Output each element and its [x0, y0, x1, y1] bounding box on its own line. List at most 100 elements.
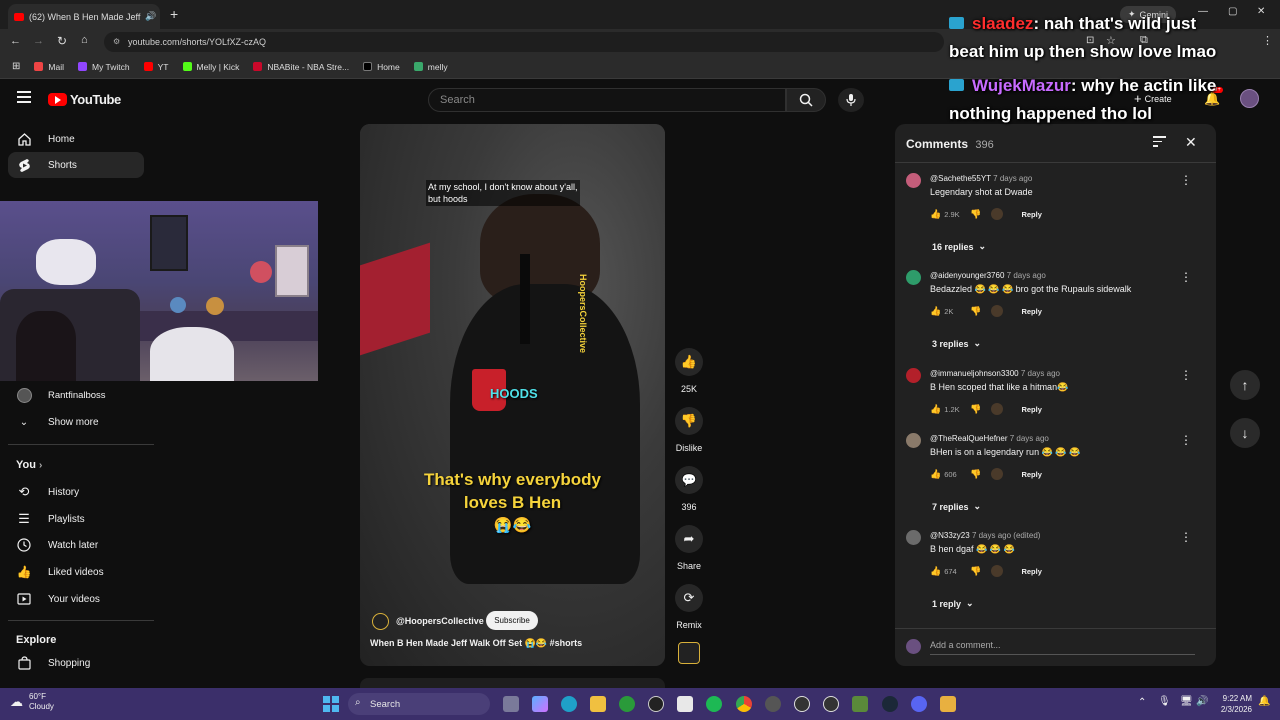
bookmark-my-twitch[interactable]: My Twitch: [77, 62, 130, 72]
sidebar-item-history[interactable]: ⟲ History: [8, 479, 144, 505]
reply-button[interactable]: Reply: [1021, 567, 1041, 576]
commenter-avatar[interactable]: [906, 433, 921, 448]
view-replies-button[interactable]: 3 replies ⌄: [932, 338, 981, 349]
bookmark-melly-kick[interactable]: Melly | Kick: [182, 62, 239, 72]
volume-icon[interactable]: 🔊: [1196, 696, 1208, 707]
sort-icon[interactable]: [1153, 136, 1166, 147]
commenter-avatar[interactable]: [906, 173, 921, 188]
reply-button[interactable]: Reply: [1021, 210, 1041, 219]
thumbs-up-icon[interactable]: 👍: [930, 306, 941, 317]
chrome-icon[interactable]: [736, 696, 752, 712]
sidebar-item-shopping[interactable]: Shopping: [8, 650, 144, 676]
channel-avatar[interactable]: [17, 388, 32, 403]
browser-tab[interactable]: (62) When B Hen Made Jeff 🔊 ✕: [8, 4, 160, 29]
channel-handle[interactable]: @HoopersCollective: [396, 616, 484, 626]
audio-icon[interactable]: 🔊: [145, 11, 156, 22]
taskbar-search[interactable]: ⌕ Search: [348, 693, 490, 715]
task-view-icon[interactable]: [503, 696, 519, 712]
back-arrow-icon[interactable]: ←: [10, 35, 21, 47]
thumbs-down-icon[interactable]: 👎: [970, 306, 981, 317]
show-more-button[interactable]: ⌄ Show more: [8, 409, 144, 435]
thumbs-down-icon[interactable]: 👎: [970, 404, 981, 415]
comment-menu-icon[interactable]: ⋮: [1180, 270, 1192, 284]
previous-short-button[interactable]: ↑: [1230, 370, 1260, 400]
store-icon[interactable]: [677, 696, 693, 712]
you-section-title[interactable]: You ›: [16, 459, 42, 471]
share-button[interactable]: ➦ Share: [675, 525, 703, 571]
app-icon[interactable]: [823, 696, 839, 712]
apps-grid-icon[interactable]: ⊞: [12, 61, 20, 72]
close-icon[interactable]: ✕: [1185, 134, 1197, 151]
next-short-button[interactable]: ↓: [1230, 418, 1260, 448]
video-title[interactable]: When B Hen Made Jeff Walk Off Set 😭😂 #sh…: [370, 638, 582, 649]
new-tab-button[interactable]: +: [170, 6, 178, 22]
comment-author[interactable]: @N33zy23: [930, 531, 970, 540]
site-info-icon[interactable]: ⚙: [113, 37, 120, 46]
voice-search-button[interactable]: [838, 88, 864, 112]
subscribe-button[interactable]: Subscribe: [486, 611, 538, 630]
xbox-icon[interactable]: [619, 696, 635, 712]
thumbs-up-icon[interactable]: 👍: [930, 469, 941, 480]
comment-author[interactable]: @immanueljohnson3300: [930, 369, 1019, 378]
search-button[interactable]: [786, 88, 826, 112]
hamburger-menu-icon[interactable]: [17, 91, 31, 103]
youtube-logo[interactable]: YouTube: [48, 92, 121, 107]
comment-author[interactable]: @TheRealQueHefner: [930, 434, 1008, 443]
view-replies-button[interactable]: 1 reply ⌄: [932, 598, 974, 609]
edge-icon[interactable]: [561, 696, 577, 712]
obs-icon[interactable]: [852, 696, 868, 712]
comment-menu-icon[interactable]: ⋮: [1180, 433, 1192, 447]
comment-author[interactable]: @aidenyounger3760: [930, 271, 1004, 280]
sidebar-item-playlists[interactable]: ☰ Playlists: [8, 506, 144, 532]
search-input[interactable]: Search: [428, 88, 786, 112]
close-window-button[interactable]: ✕: [1257, 6, 1265, 17]
add-comment-input[interactable]: Add a comment...: [930, 640, 1195, 655]
comment-author[interactable]: @Sachethe55YT: [930, 174, 991, 183]
weather-widget[interactable]: ☁ 60°F Cloudy: [10, 692, 54, 712]
sidebar-item-your-videos[interactable]: Your videos: [8, 586, 144, 612]
file-explorer-icon[interactable]: [590, 696, 606, 712]
discord-icon[interactable]: [911, 696, 927, 712]
commenter-avatar[interactable]: [906, 530, 921, 545]
comments-button[interactable]: 💬 396: [675, 466, 703, 512]
channel-avatar[interactable]: [372, 613, 389, 630]
spotify-icon[interactable]: [706, 696, 722, 712]
show-hidden-icons[interactable]: ⌃: [1138, 697, 1146, 708]
bookmark-mail[interactable]: Mail: [34, 62, 64, 72]
bookmark-melly[interactable]: melly: [413, 62, 448, 72]
home-icon[interactable]: ⌂: [81, 34, 88, 46]
thumbs-down-icon[interactable]: 👎: [970, 209, 981, 220]
sidebar-item-rantfinalboss[interactable]: Rantfinalboss: [48, 390, 106, 401]
clock[interactable]: 9:22 AM 2/3/2026: [1216, 693, 1252, 715]
commenter-avatar[interactable]: [906, 270, 921, 285]
microphone-icon[interactable]: 🎙: [1158, 696, 1171, 707]
thumbs-down-icon[interactable]: 👎: [970, 469, 981, 480]
app-icon[interactable]: [940, 696, 956, 712]
github-icon[interactable]: [648, 696, 664, 712]
view-replies-button[interactable]: 16 replies ⌄: [932, 241, 986, 252]
shorts-video-player[interactable]: At my school, I don't know about y'all, …: [360, 124, 665, 666]
sidebar-item-shorts[interactable]: Shorts: [8, 152, 144, 178]
notifications-icon[interactable]: 🔔: [1258, 696, 1270, 707]
like-button[interactable]: 👍 25K: [675, 348, 703, 394]
comment-menu-icon[interactable]: ⋮: [1180, 530, 1192, 544]
commenter-avatar[interactable]: [906, 368, 921, 383]
comment-menu-icon[interactable]: ⋮: [1180, 368, 1192, 382]
bookmark-home[interactable]: Home: [363, 62, 400, 72]
sidebar-item-watch-later[interactable]: Watch later: [8, 532, 144, 558]
remix-button[interactable]: ⟳ Remix: [675, 584, 703, 630]
bookmark-nbabite[interactable]: NBABite - NBA Stre...: [253, 62, 349, 72]
start-button[interactable]: [323, 696, 339, 712]
reply-button[interactable]: Reply: [1021, 470, 1041, 479]
bookmark-yt[interactable]: YT: [143, 62, 169, 72]
maximize-button[interactable]: ▢: [1228, 6, 1237, 17]
reload-icon[interactable]: ↻: [57, 34, 67, 48]
dislike-button[interactable]: 👎 Dislike: [675, 407, 703, 453]
thumbs-up-icon[interactable]: 👍: [930, 566, 941, 577]
view-replies-button[interactable]: 7 replies ⌄: [932, 501, 981, 512]
thumbs-down-icon[interactable]: 👎: [970, 566, 981, 577]
thumbs-up-icon[interactable]: 👍: [930, 209, 941, 220]
copilot-icon[interactable]: [532, 696, 548, 712]
network-icon[interactable]: 🖥: [1180, 696, 1193, 707]
forward-arrow-icon[interactable]: →: [33, 35, 44, 47]
